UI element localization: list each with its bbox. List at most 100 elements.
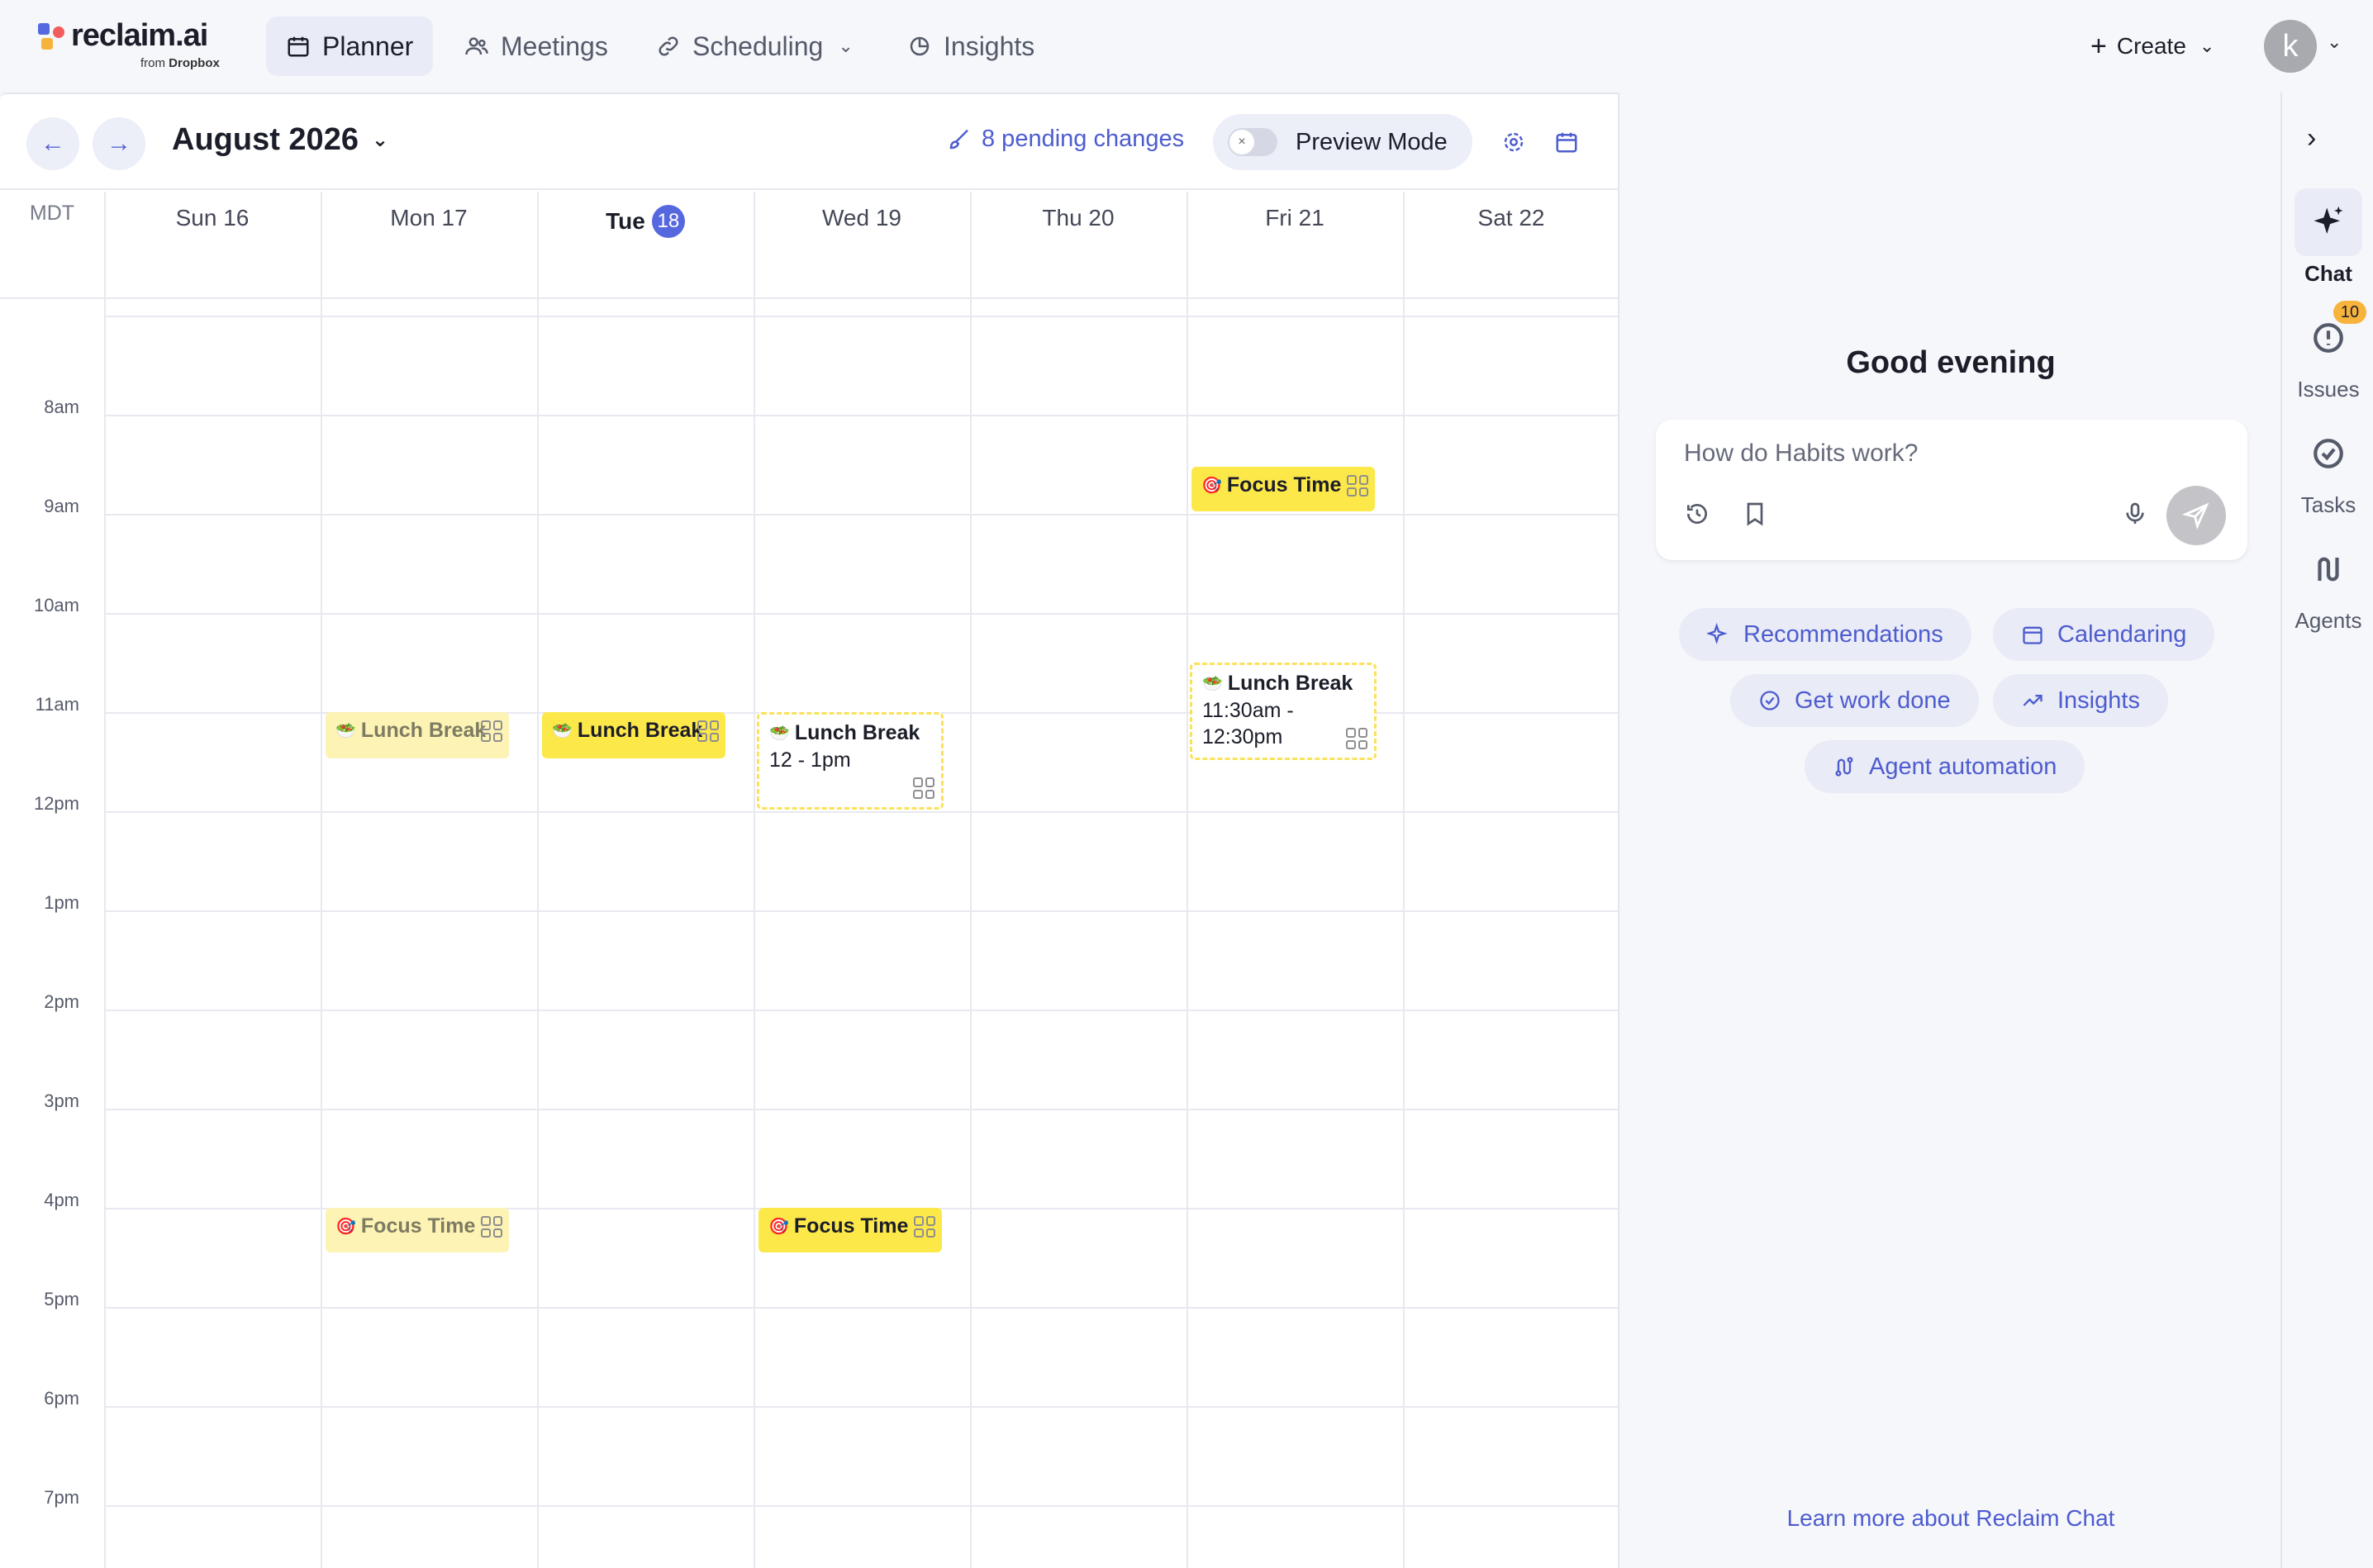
rail-item-agents[interactable]: Agents — [2282, 535, 2373, 634]
toggle-switch[interactable]: × — [1228, 128, 1277, 156]
day-header-mon[interactable]: Mon 17 — [321, 205, 537, 231]
collapse-panel-button[interactable]: › — [2307, 122, 2316, 154]
next-week-button[interactable]: → — [93, 117, 145, 170]
nav-tab-insights[interactable]: Insights — [887, 17, 1054, 76]
shapes-icon — [913, 777, 934, 799]
day-label: Wed 19 — [822, 205, 901, 230]
day-label: Fri 21 — [1265, 205, 1324, 230]
nav-tab-planner[interactable]: Planner — [266, 17, 434, 76]
calendar-icon — [288, 36, 309, 57]
rail-item-chat[interactable]: Chat — [2282, 188, 2373, 287]
hour-label: 11am — [35, 694, 79, 715]
avatar-menu-chevron-icon[interactable]: ⌄ — [2327, 31, 2342, 53]
hour-label: 2pm — [44, 991, 79, 1012]
gear-icon — [1504, 132, 1524, 152]
event-title: Lunch Break — [794, 721, 920, 744]
calendar-toolbar: ← → August 2026 ⌄ 8 pending changes × Pr… — [0, 94, 1618, 190]
day-label: Sat 22 — [1477, 205, 1545, 230]
chip-agent-automation[interactable]: Agent automation — [1805, 740, 2085, 793]
chip-get-work-done[interactable]: Get work done — [1730, 674, 1979, 727]
hour-label: 1pm — [44, 892, 79, 913]
create-button[interactable]: + Create ⌄ — [2090, 25, 2214, 68]
event-lunch-break-fri[interactable]: 🥗 Lunch Break 11:30am - 12:30pm — [1190, 663, 1377, 760]
preview-mode-label: Preview Mode — [1296, 128, 1448, 155]
day-header-fri[interactable]: Fri 21 — [1186, 205, 1403, 231]
hour-line — [104, 316, 1618, 317]
nav-tab-scheduling[interactable]: Scheduling ⌄ — [636, 17, 873, 76]
event-lunch-break-mon[interactable]: 🥗 Lunch Break — [326, 712, 509, 758]
rail-item-issues[interactable]: 10 Issues — [2282, 301, 2373, 402]
food-icon: 🥗 — [769, 725, 790, 743]
chat-panel: Good evening How do Habits work? Recomme… — [1621, 93, 2280, 1568]
shapes-icon — [481, 720, 502, 742]
arrow-left-icon: ← — [40, 130, 65, 157]
sparkle-icon — [2295, 188, 2362, 256]
settings-button[interactable] — [1496, 124, 1532, 160]
chip-label: Recommendations — [1743, 620, 1943, 648]
target-icon: 🎯 — [335, 1218, 356, 1236]
food-icon: 🥗 — [552, 722, 573, 740]
pie-chart-icon — [910, 36, 930, 56]
rail-item-label: Agents — [2295, 608, 2362, 633]
event-title: Focus Time — [793, 1214, 909, 1238]
event-title: Lunch Break — [360, 719, 487, 742]
right-rail: › Chat 10 Issues Tasks Agents — [2280, 93, 2373, 1568]
column-divider — [1186, 192, 1188, 1568]
saved-prompts-button[interactable] — [1738, 497, 1771, 530]
calendar-grid[interactable]: 8am 9am 10am 11am 12pm 1pm 2pm 3pm 4pm 5… — [0, 192, 1618, 1568]
column-divider — [970, 192, 972, 1568]
shapes-icon — [914, 1216, 935, 1238]
user-avatar[interactable]: k — [2264, 20, 2317, 73]
event-focus-time-wed[interactable]: 🎯 Focus Time — [759, 1208, 942, 1252]
month-selector[interactable]: August 2026 ⌄ — [172, 122, 388, 158]
logo-subtitle: from Dropbox — [140, 56, 220, 70]
day-header-wed[interactable]: Wed 19 — [754, 205, 970, 231]
day-header-sat[interactable]: Sat 22 — [1403, 205, 1618, 231]
hour-label: 6pm — [44, 1388, 79, 1409]
event-title: Lunch Break — [1227, 672, 1353, 695]
send-icon — [2182, 502, 2209, 530]
chip-recommendations[interactable]: Recommendations — [1679, 608, 1971, 661]
sparkle-icon — [1707, 623, 1728, 644]
pending-changes-label: 8 pending changes — [982, 126, 1185, 152]
hour-line — [104, 1307, 1618, 1309]
hour-line — [104, 415, 1618, 416]
event-lunch-break-wed[interactable]: 🥗 Lunch Break 12 - 1pm — [757, 712, 944, 810]
hour-line — [104, 1010, 1618, 1011]
day-header-thu[interactable]: Thu 20 — [970, 205, 1186, 231]
plus-icon: + — [2090, 30, 2107, 62]
rail-item-label: Issues — [2297, 377, 2360, 402]
calendar-view-button[interactable] — [1548, 124, 1585, 160]
column-divider — [1403, 192, 1405, 1568]
chip-calendaring[interactable]: Calendaring — [1993, 608, 2215, 661]
day-header-tue-today[interactable]: Tue 18 — [537, 205, 754, 238]
chip-insights[interactable]: Insights — [1993, 674, 2168, 727]
rail-item-tasks[interactable]: Tasks — [2282, 420, 2373, 518]
event-lunch-break-tue[interactable]: 🥗 Lunch Break — [542, 712, 725, 758]
hour-line — [104, 910, 1618, 912]
previous-week-button[interactable]: ← — [26, 117, 79, 170]
chat-input-placeholder[interactable]: How do Habits work? — [1684, 440, 1918, 468]
event-focus-time-mon[interactable]: 🎯 Focus Time — [326, 1208, 509, 1252]
event-focus-time-fri[interactable]: 🎯 Focus Time — [1191, 467, 1375, 511]
event-title: Lunch Break — [577, 719, 703, 742]
history-button[interactable] — [1681, 497, 1714, 530]
send-button[interactable] — [2166, 486, 2226, 545]
nav-tab-meetings[interactable]: Meetings — [445, 17, 628, 76]
reclaim-logo[interactable]: reclaim.ai from Dropbox — [38, 18, 236, 73]
learn-more-link[interactable]: Learn more about Reclaim Chat — [1621, 1505, 2280, 1532]
logo-text: reclaim.ai — [71, 18, 208, 53]
bookmark-icon — [1747, 502, 1763, 526]
check-circle-icon — [1760, 691, 1780, 710]
day-header-sun[interactable]: Sun 16 — [104, 205, 321, 231]
voice-input-button[interactable] — [2119, 497, 2152, 530]
pending-changes-link[interactable]: 8 pending changes — [947, 126, 1184, 153]
brush-icon — [949, 129, 968, 149]
history-icon — [1687, 504, 1707, 524]
day-label: Thu 20 — [1042, 205, 1115, 230]
chevron-down-icon: ⌄ — [2199, 36, 2215, 56]
trend-up-icon — [2023, 695, 2042, 706]
shapes-icon — [481, 1216, 502, 1238]
chat-input-box[interactable]: How do Habits work? — [1656, 420, 2247, 560]
preview-mode-toggle[interactable]: × Preview Mode — [1213, 114, 1472, 170]
